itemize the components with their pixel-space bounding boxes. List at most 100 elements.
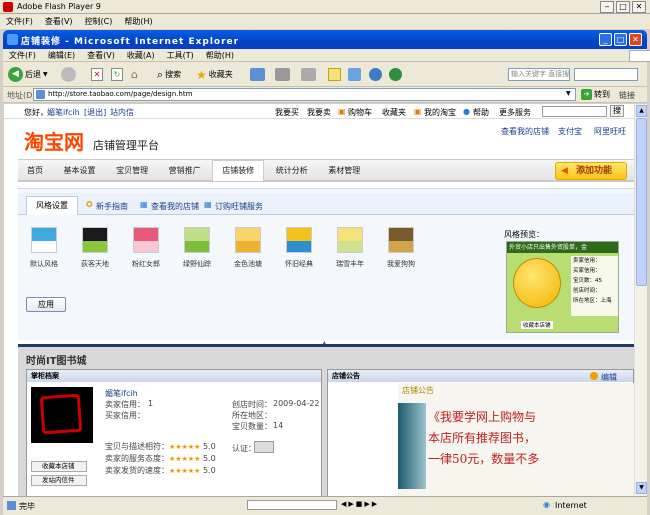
ie-menu-edit[interactable]: 编辑(E)	[48, 50, 75, 61]
style-swatch[interactable]	[82, 227, 108, 253]
aliwangwang-link[interactable]: 阿里旺旺	[594, 126, 626, 137]
topbar-favorites[interactable]: 收藏夹	[382, 107, 406, 118]
inbox-link[interactable]: 站内信	[110, 107, 134, 118]
style-swatch[interactable]	[133, 227, 159, 253]
topbar-cart[interactable]: 购物车	[348, 107, 372, 118]
go-button[interactable]: ➔ 转到	[581, 89, 610, 100]
preview-field: 买家信用：	[573, 268, 601, 274]
logout-link[interactable]: [退出]	[84, 107, 106, 118]
links-label[interactable]: 链接	[619, 90, 635, 101]
rating-stars: ★★★★★	[169, 443, 201, 451]
ie-menu-favorites[interactable]: 收藏(A)	[127, 50, 155, 61]
ie-menu-file[interactable]: 文件(F)	[9, 50, 36, 61]
preview-label: 风格预览：	[504, 230, 544, 239]
notice-line: 《我要学网上购物与	[428, 410, 537, 424]
style-swatch[interactable]	[235, 227, 261, 253]
minimize-icon[interactable]: ‒	[600, 1, 614, 13]
address-dropdown-icon[interactable]: ▼	[566, 90, 571, 97]
topbar-my-taobao[interactable]: 我的淘宝	[424, 107, 456, 118]
cart-icon: ▣	[338, 107, 346, 116]
shop-icon: ▦	[140, 200, 148, 209]
flash-menu-view[interactable]: 查看(V)	[45, 16, 73, 27]
notice-title: 店铺公告	[328, 370, 633, 382]
toolbar-search-input[interactable]: 输入关键字 直接搜索	[508, 68, 570, 81]
nav-shop-decoration[interactable]: 店铺装修	[212, 160, 265, 181]
flash-menu-control[interactable]: 控制(C)	[85, 16, 113, 27]
ie-titlebar: 店铺装修 - Microsoft Internet Explorer _ □ ✕	[3, 30, 647, 49]
toolbar-extra-input[interactable]	[574, 68, 638, 81]
apply-button[interactable]: 应用	[26, 297, 66, 312]
style-label: 瑞雪丰年	[336, 260, 364, 268]
rating-row: 卖家发货的速度：★★★★★ 5.0	[105, 465, 235, 477]
subtab-guide[interactable]: 新手指南	[96, 201, 128, 212]
ie-menu-help[interactable]: 帮助(H)	[206, 50, 234, 61]
owner-link[interactable]: 媚笔ifcih	[105, 388, 138, 399]
messenger-icon[interactable]	[348, 68, 361, 81]
rating-score: 5.0	[202, 466, 216, 475]
style-swatch[interactable]	[286, 227, 312, 253]
scroll-thumb[interactable]	[636, 118, 647, 286]
home-icon[interactable]: ⌂	[131, 68, 144, 81]
add-feature-label: 添加功能	[576, 166, 613, 176]
style-swatch[interactable]	[388, 227, 414, 253]
view-my-shop-link[interactable]: 查看我的店铺	[501, 126, 549, 137]
refresh-icon[interactable]: ↻	[111, 68, 123, 81]
stop-icon[interactable]: ✕	[91, 68, 103, 81]
discuss-icon[interactable]	[389, 68, 402, 81]
topbar-help[interactable]: 帮助	[473, 107, 489, 118]
scroll-up-icon[interactable]: ▲	[636, 105, 647, 117]
flash-menu-file[interactable]: 文件(F)	[6, 16, 33, 27]
style-swatch[interactable]	[31, 227, 57, 253]
nav-item-management[interactable]: 宝贝管理	[107, 161, 157, 181]
edit-notice-link[interactable]: 编辑	[601, 372, 617, 383]
topbar-search-button[interactable]: 搜	[610, 105, 624, 117]
subtab-style-settings[interactable]: 风格设置	[26, 196, 78, 215]
style-panel: 风格设置 ✪ 新手指南 ▦ 查看我的店铺 ▦ 订购旺铺服务 默认风格 荻客天地 粉红…	[18, 188, 634, 340]
nav-materials[interactable]: 素材管理	[319, 161, 369, 181]
flash-menu-help[interactable]: 帮助(H)	[124, 16, 152, 27]
add-feature-button[interactable]: ◀ 添加功能	[555, 162, 627, 180]
notes-icon[interactable]	[328, 68, 341, 81]
vertical-scrollbar[interactable]: ▲ ▼	[634, 104, 647, 496]
close-icon[interactable]: ✕	[632, 1, 646, 13]
favorites-label: 收藏夹	[208, 70, 233, 79]
subtab-wangpu[interactable]: 订购旺铺服务	[215, 201, 263, 212]
nav-home[interactable]: 首页	[18, 161, 52, 181]
nav-basic-settings[interactable]: 基本设置	[55, 161, 105, 181]
back-button[interactable]: ◀ 后退 ▼	[8, 66, 48, 83]
mail-icon[interactable]	[275, 68, 290, 81]
username-link[interactable]: 媚笔ifcih	[47, 107, 80, 118]
style-swatch[interactable]	[184, 227, 210, 253]
ie-close-icon[interactable]: ✕	[629, 33, 642, 46]
print-icon[interactable]	[301, 68, 316, 81]
nav-statistics[interactable]: 统计分析	[267, 161, 317, 181]
ie-menu-view[interactable]: 查看(V)	[87, 50, 115, 61]
ie-menubar: 文件(F) 编辑(E) 查看(V) 收藏(A) 工具(T) 帮助(H)	[3, 49, 650, 62]
media-controls-icon[interactable]: ◀▶■▶▶	[341, 500, 379, 508]
style-swatch[interactable]	[337, 227, 363, 253]
ie-maximize-icon[interactable]: □	[614, 33, 627, 46]
nav-marketing[interactable]: 营销推广	[160, 161, 210, 181]
topbar-buy[interactable]: 我要买	[275, 107, 299, 118]
topbar-search-input[interactable]	[542, 106, 607, 117]
ie-menu-tools[interactable]: 工具(T)	[167, 50, 194, 61]
status-text: 完毕	[19, 502, 35, 511]
topbar-more[interactable]: 更多服务	[499, 107, 531, 118]
address-input[interactable]: http://store.taobao.com/page/design.htm	[33, 88, 576, 101]
topbar-sell[interactable]: 我要卖	[307, 107, 331, 118]
subtab-view-shop[interactable]: 查看我的店铺	[151, 201, 199, 212]
ie-minimize-icon[interactable]: _	[599, 33, 612, 46]
search-button[interactable]: ⌕ 搜索	[157, 66, 181, 83]
send-message-button[interactable]: 发站内信件	[31, 475, 87, 486]
taobao-logo[interactable]: 淘宝网	[24, 126, 84, 155]
alipay-link[interactable]: 支付宝	[558, 126, 582, 137]
media-icon[interactable]	[250, 68, 265, 81]
research-icon[interactable]	[369, 68, 382, 81]
address-label: 地址(D)	[7, 91, 36, 100]
forward-arrow-icon[interactable]	[61, 67, 76, 82]
scroll-down-icon[interactable]: ▼	[636, 482, 647, 494]
count-label: 宝贝数量：	[232, 422, 272, 431]
maximize-icon[interactable]: □	[616, 1, 630, 13]
collect-shop-button[interactable]: 收藏本店铺	[31, 461, 87, 472]
favorites-button[interactable]: ★ 收藏夹	[196, 66, 233, 83]
